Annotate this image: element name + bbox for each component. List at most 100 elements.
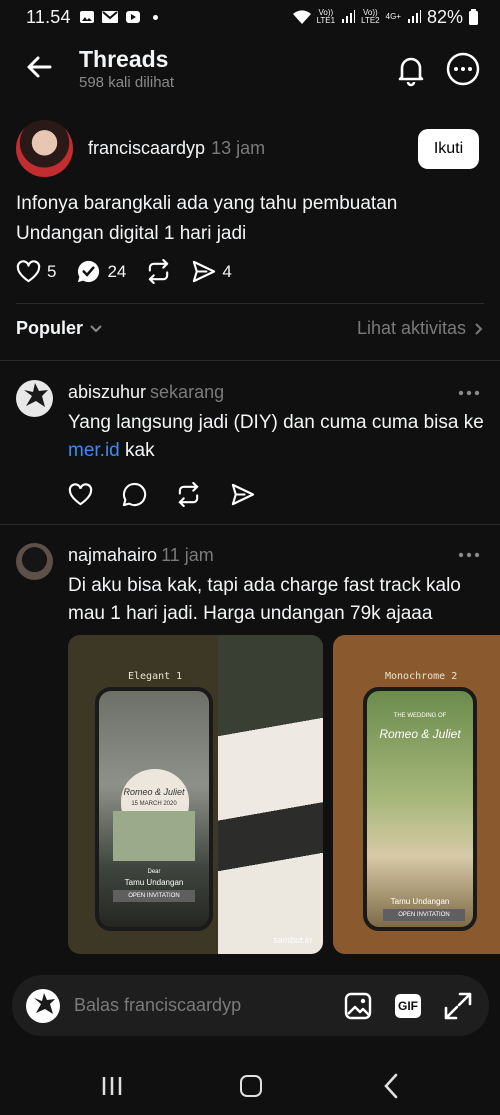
reply-input[interactable]: Balas franciscaardyp: [74, 995, 241, 1016]
gif-button[interactable]: GIF: [393, 991, 423, 1021]
reply-time: 11 jam: [161, 545, 214, 565]
reply-text: Yang langsung jadi (DIY) dan cuma cuma b…: [68, 412, 484, 433]
expand-icon[interactable]: [443, 991, 473, 1021]
template-label: Monochrome 2: [385, 671, 458, 682]
more-options-icon[interactable]: [446, 52, 480, 86]
share-count: 4: [222, 261, 232, 281]
notification-icons: [79, 10, 158, 24]
volte-lte2: Vo)) LTE2: [361, 8, 380, 25]
volte-lte1: Vo)) LTE1: [316, 8, 336, 25]
reply-avatar[interactable]: [16, 380, 53, 417]
invite-names: Romeo & Juliet: [379, 727, 461, 741]
reply-avatar[interactable]: [16, 543, 53, 580]
avatar-illustration-icon: [24, 383, 48, 407]
invite-heading: THE WEDDING OF: [393, 713, 447, 719]
open-invitation-mock-button: OPEN INVITATION: [113, 890, 195, 902]
divider: [0, 524, 500, 525]
post-actions: 5 24 4: [16, 259, 252, 284]
battery-percent: 82%: [426, 6, 463, 27]
phone-mockup: Romeo & Juliet 15 MARCH 2020 Dear Tamu U…: [95, 687, 213, 931]
post-body: Infonya barangkali ada yang tahu pembuat…: [16, 193, 398, 244]
image-carousel[interactable]: Elegant 1 Romeo & Juliet 15 MARCH 2020 D…: [68, 635, 500, 954]
reply-username[interactable]: najmahairo: [68, 545, 157, 565]
my-avatar: [26, 988, 60, 1023]
view-activity-link[interactable]: Lihat aktivitas: [357, 318, 484, 339]
repost-icon[interactable]: [176, 482, 201, 507]
wifi-icon: [292, 9, 311, 24]
reply-text-end: kak: [119, 440, 155, 461]
invite-names: Romeo & Juliet: [123, 787, 185, 797]
reply-composer[interactable]: Balas franciscaardyp GIF: [12, 975, 489, 1036]
dot-icon: [152, 14, 158, 20]
gmail-icon: [101, 11, 118, 23]
share-button[interactable]: 4: [191, 259, 232, 284]
template-label: Elegant 1: [128, 671, 183, 682]
status-right: Vo)) LTE1 Vo)) LTE2 4G+ 82%: [292, 6, 478, 28]
phone-mockup: THE WEDDING OF Romeo & Juliet Tamu Undan…: [363, 687, 477, 931]
like-count: 5: [47, 261, 57, 281]
send-icon: [193, 260, 216, 283]
gallery-icon: [79, 11, 94, 23]
system-nav-bar: [0, 1052, 500, 1115]
divider: [0, 360, 500, 361]
youtube-icon: [125, 11, 140, 23]
reply-username[interactable]: abiszuhur: [68, 382, 146, 402]
recents-icon[interactable]: [101, 1076, 123, 1096]
battery-icon: [469, 9, 478, 25]
author-username[interactable]: franciscaardyp: [88, 138, 205, 158]
comment-check-icon: [78, 260, 100, 283]
view-activity-label: Lihat aktivitas: [356, 318, 466, 338]
page-title: Threads: [79, 46, 169, 72]
send-icon[interactable]: [230, 482, 255, 507]
heart-icon: [16, 260, 41, 283]
invite-date: 15 MARCH 2020: [131, 801, 177, 807]
photo-collage: [218, 635, 323, 954]
back-arrow-icon[interactable]: [22, 50, 56, 84]
status-bar: 11.54 Vo)) LTE1 Vo)) LTE2 4G+ 82%: [0, 0, 500, 34]
gif-label: GIF: [398, 998, 418, 1013]
signal2-icon: [407, 10, 421, 23]
open-invitation-mock-button: OPEN INVITATION: [383, 909, 465, 921]
repost-button[interactable]: [146, 259, 171, 284]
author-username-row: franciscaardyp 13 jam: [88, 138, 265, 159]
bell-icon[interactable]: [393, 52, 429, 88]
author-avatar[interactable]: [16, 120, 73, 177]
composer-actions: GIF: [343, 991, 473, 1021]
repost-icon: [149, 259, 169, 284]
reply-time: sekarang: [150, 382, 225, 402]
back-icon[interactable]: [381, 1073, 401, 1099]
chevron-down-icon: [90, 324, 102, 332]
invite-guest: Tamu Undangan: [390, 897, 450, 906]
sort-dropdown[interactable]: Populer: [16, 318, 103, 339]
sort-label: Populer: [16, 318, 84, 338]
reply-username-row: najmahairo 11 jam: [68, 545, 214, 566]
status-time: 11.54: [26, 6, 71, 27]
more-options-icon[interactable]: [458, 552, 480, 558]
invitation-image[interactable]: Elegant 1 Romeo & Juliet 15 MARCH 2020 D…: [68, 635, 323, 954]
reply-body: Di aku bisa kak, tapi ada charge fast tr…: [68, 575, 461, 624]
chevron-right-icon: [475, 322, 483, 335]
divider: [16, 303, 484, 304]
signal1-icon: [342, 10, 356, 23]
follow-button[interactable]: Ikuti: [418, 129, 479, 169]
invite-dear: Dear: [147, 869, 161, 875]
more-options-icon[interactable]: [458, 390, 480, 396]
reply-actions: [68, 482, 255, 507]
image-attach-icon[interactable]: [343, 991, 373, 1021]
comment-icon[interactable]: [122, 482, 147, 507]
home-icon[interactable]: [240, 1075, 262, 1097]
like-button[interactable]: 5: [16, 259, 56, 284]
comment-button[interactable]: 24: [76, 259, 126, 284]
avatar-illustration-icon: [34, 992, 55, 1014]
reply-body: Yang langsung jadi (DIY) dan cuma cuma b…: [68, 409, 488, 465]
reply-link[interactable]: mer.id: [68, 440, 120, 461]
thread-header: Threads 598 kali dilihat: [0, 36, 500, 106]
watermark: sambut.in: [273, 935, 313, 945]
heart-icon[interactable]: [68, 482, 93, 507]
comment-count: 24: [107, 261, 127, 281]
activity-row: Populer Lihat aktivitas: [16, 318, 484, 339]
reply-username-row: abiszuhur sekarang: [68, 382, 224, 403]
invitation-image[interactable]: Monochrome 2 THE WEDDING OF Romeo & Juli…: [333, 635, 500, 954]
post-time: 13 jam: [211, 138, 266, 158]
invite-guest: Tamu Undangan: [124, 878, 184, 887]
